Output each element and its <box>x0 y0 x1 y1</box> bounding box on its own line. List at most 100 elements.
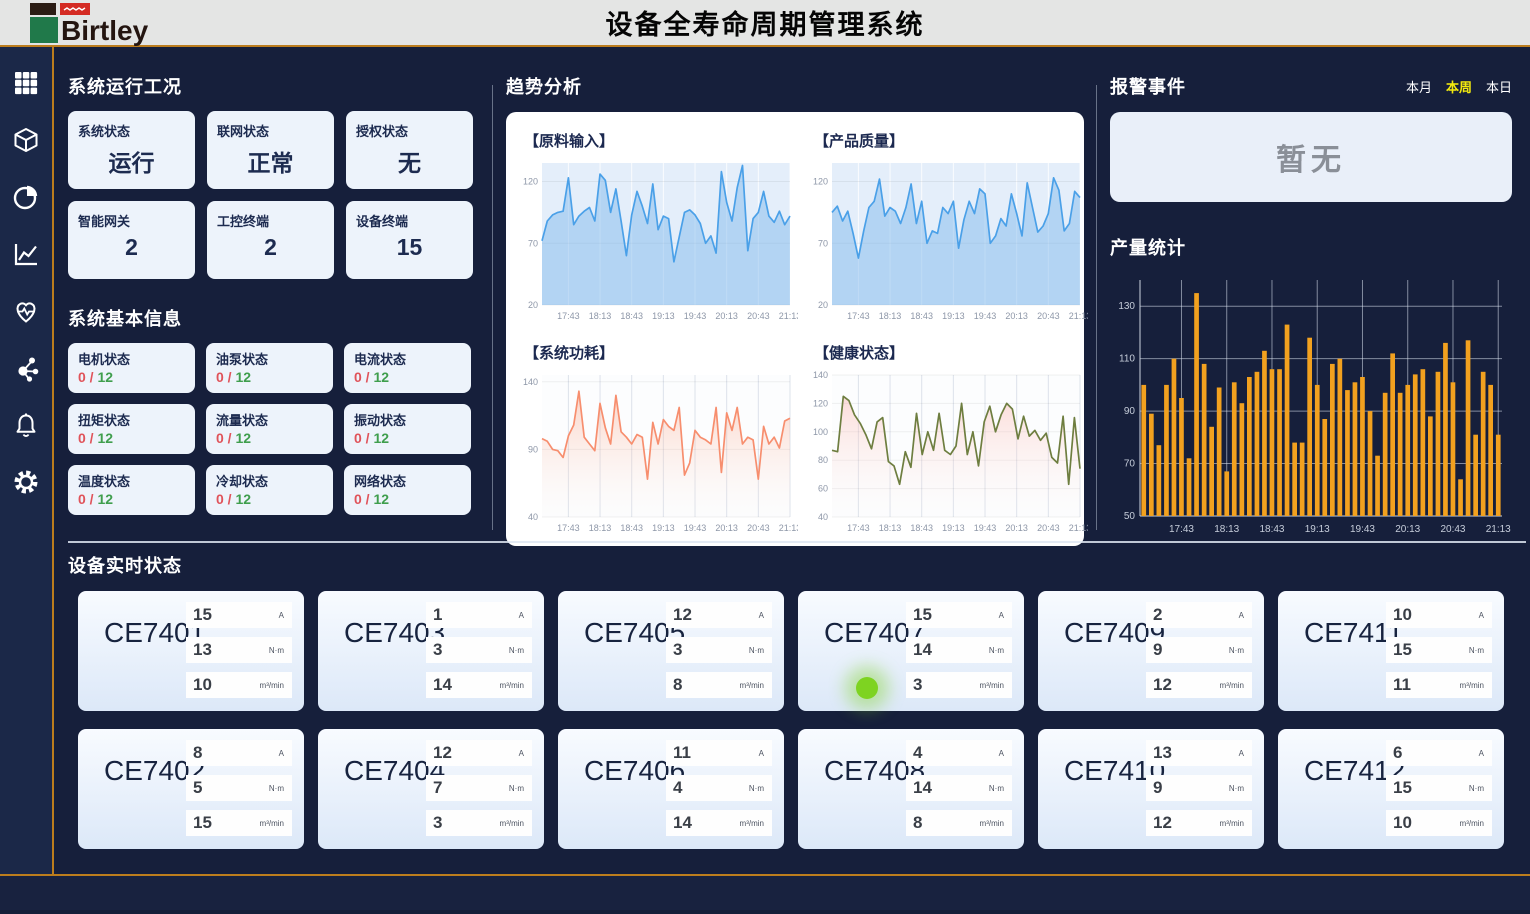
svg-text:40: 40 <box>818 512 828 522</box>
device-card[interactable]: CE740512A3N·m8m³/min <box>558 591 784 711</box>
device-metric-unit: N·m <box>989 784 1004 793</box>
svg-text:18:13: 18:13 <box>589 311 612 321</box>
svg-text:130: 130 <box>1118 301 1135 312</box>
device-metric-unit: N·m <box>1469 784 1484 793</box>
device-metric-value: 5 <box>193 778 202 798</box>
cube-3d-icon[interactable] <box>11 126 41 154</box>
device-card[interactable]: CE74126A15N·m10m³/min <box>1278 729 1504 849</box>
info-card-ratio: 0 / 12 <box>216 491 323 507</box>
device-running-indicator <box>856 677 878 699</box>
device-metric-row: 11A <box>666 740 772 766</box>
device-card[interactable]: CE740611A4N·m14m³/min <box>558 729 784 849</box>
svg-text:120: 120 <box>813 177 828 187</box>
info-card: 流量状态0 / 12 <box>206 404 333 454</box>
pie-chart-icon[interactable] <box>11 183 41 211</box>
device-metric-value: 10 <box>1393 813 1412 833</box>
alarm-tab[interactable]: 本日 <box>1486 77 1512 96</box>
trend-charts-container: 【原料输入】 207012017:4318:1318:4319:1319:432… <box>506 112 1084 546</box>
device-card[interactable]: CE740715A14N·m3m³/min <box>798 591 1024 711</box>
power-chart: 409014017:4318:1318:4319:1319:4320:1320:… <box>516 367 798 540</box>
device-metric-row: 15N·m <box>1386 637 1492 663</box>
device-card[interactable]: CE741013A9N·m12m³/min <box>1038 729 1264 849</box>
device-metric-unit: N·m <box>989 646 1004 655</box>
logo-dark-square <box>30 3 56 15</box>
device-metric-row: 15m³/min <box>186 810 292 836</box>
device-metric-unit: N·m <box>749 646 764 655</box>
device-metrics: 1A3N·m14m³/min <box>426 602 532 698</box>
device-metric-row: 4A <box>906 740 1012 766</box>
device-metric-row: 9N·m <box>1146 775 1252 801</box>
status-card-value: 正常 <box>217 144 324 178</box>
device-metric-value: 3 <box>913 675 922 695</box>
app-header: Birtley 设备全寿命周期管理系统 <box>0 0 1530 47</box>
device-card[interactable]: CE74084A14N·m8m³/min <box>798 729 1024 849</box>
bell-icon[interactable] <box>11 411 41 439</box>
device-metric-value: 2 <box>1153 605 1162 625</box>
line-chart-icon[interactable] <box>11 240 41 268</box>
device-metric-value: 14 <box>673 813 692 833</box>
svg-text:20:43: 20:43 <box>1037 523 1060 533</box>
device-metric-row: 5N·m <box>186 775 292 801</box>
info-card-ratio: 0 / 12 <box>354 430 461 446</box>
gear-icon[interactable] <box>11 468 41 496</box>
svg-text:20:43: 20:43 <box>747 523 770 533</box>
info-card-ratio: 0 / 12 <box>78 369 185 385</box>
system-status-cards: 系统状态运行联网状态正常授权状态无智能网关2工控终端2设备终端15 <box>68 111 472 279</box>
svg-text:21:13: 21:13 <box>779 311 798 321</box>
device-metric-value: 14 <box>433 675 452 695</box>
alarm-tab[interactable]: 本周 <box>1446 77 1472 96</box>
device-metric-row: 8A <box>186 740 292 766</box>
device-metric-unit: A <box>279 749 284 758</box>
device-metric-row: 10m³/min <box>186 672 292 698</box>
device-metric-unit: A <box>279 611 284 620</box>
device-metric-value: 15 <box>193 813 212 833</box>
device-metric-row: 10A <box>1386 602 1492 628</box>
device-metric-value: 9 <box>1153 778 1162 798</box>
device-card[interactable]: CE740115A13N·m10m³/min <box>78 591 304 711</box>
status-card-label: 设备终端 <box>356 211 463 230</box>
svg-text:90: 90 <box>1124 406 1136 417</box>
device-metric-row: 13 A <box>1146 740 1252 766</box>
device-metric-unit: m³/min <box>980 681 1004 690</box>
device-card[interactable]: CE74092A9N·m12m³/min <box>1038 591 1264 711</box>
health-pulse-icon[interactable] <box>11 297 41 325</box>
svg-text:20: 20 <box>528 300 538 310</box>
logo-wave-icon <box>63 5 87 13</box>
device-metric-row: 14m³/min <box>426 672 532 698</box>
device-metric-value: 8 <box>913 813 922 833</box>
network-nodes-icon[interactable] <box>11 354 41 382</box>
svg-text:19:43: 19:43 <box>684 311 707 321</box>
svg-text:70: 70 <box>528 238 538 248</box>
device-metric-unit: A <box>1239 749 1244 758</box>
svg-text:17:43: 17:43 <box>557 523 580 533</box>
device-metric-value: 12 <box>673 605 692 625</box>
device-metric-unit: m³/min <box>740 819 764 828</box>
device-metric-row: 1A <box>426 602 532 628</box>
info-card-label: 温度状态 <box>78 471 185 490</box>
alarm-tab[interactable]: 本月 <box>1406 77 1432 96</box>
device-card[interactable]: CE74031A3N·m14m³/min <box>318 591 544 711</box>
svg-text:120: 120 <box>523 177 538 187</box>
device-card[interactable]: CE74028A5N·m15m³/min <box>78 729 304 849</box>
device-metric-row: 8m³/min <box>666 672 772 698</box>
device-metric-row: 12A <box>666 602 772 628</box>
svg-text:18:43: 18:43 <box>910 523 933 533</box>
device-card[interactable]: CE741110A15N·m11m³/min <box>1278 591 1504 711</box>
info-card: 温度状态0 / 12 <box>68 465 195 515</box>
status-card-value: 运行 <box>78 144 185 178</box>
status-card-value: 15 <box>356 234 463 261</box>
raw-input-chart: 207012017:4318:1318:4319:1319:4320:1320:… <box>516 155 798 328</box>
info-card-label: 电机状态 <box>78 349 185 368</box>
device-metric-row: 4N·m <box>666 775 772 801</box>
status-card: 系统状态运行 <box>68 111 195 189</box>
device-metric-row: 12m³/min <box>1146 672 1252 698</box>
device-metric-value: 13 <box>1153 743 1172 763</box>
svg-text:18:43: 18:43 <box>620 523 643 533</box>
status-card-label: 系统状态 <box>78 121 185 140</box>
apps-grid-icon[interactable] <box>11 69 41 97</box>
production-bar-chart: 50709011013017:4318:1318:4319:1319:4320:… <box>1110 266 1512 543</box>
info-card-ratio: 0 / 12 <box>78 430 185 446</box>
status-card-value: 无 <box>356 144 463 178</box>
device-metrics: 15A14N·m3m³/min <box>906 602 1012 698</box>
device-card[interactable]: CE740412A7N·m3m³/min <box>318 729 544 849</box>
